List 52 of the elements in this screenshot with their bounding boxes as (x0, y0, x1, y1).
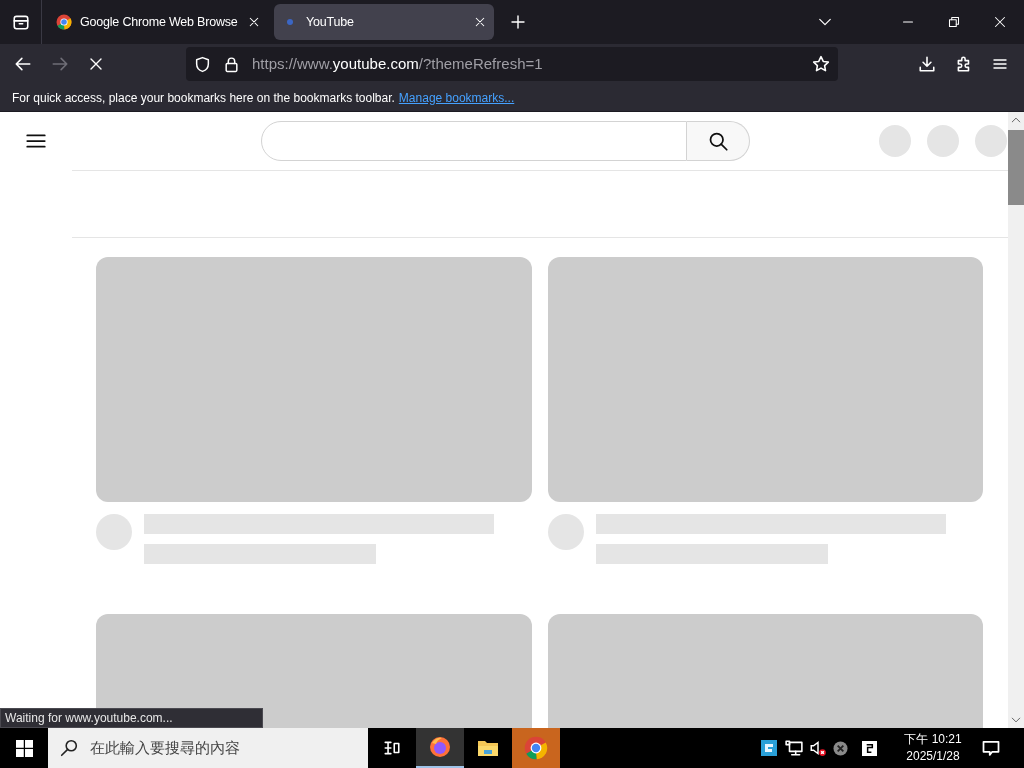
close-tab-icon[interactable] (248, 16, 260, 28)
status-tooltip: Waiting for www.youtube.com... (0, 708, 263, 728)
lock-icon (223, 55, 240, 73)
tab-list-icon[interactable] (11, 13, 30, 31)
avatar-placeholder (975, 125, 1007, 157)
shield-icon (194, 55, 211, 73)
clock-time: 下午 10:21 (904, 731, 962, 748)
url-text: https://www.youtube.com/?themeRefresh=1 (252, 53, 544, 74)
browser-tab[interactable]: YouTube (274, 4, 494, 40)
close-tab-icon[interactable] (474, 16, 486, 28)
chrome-icon (524, 736, 548, 760)
firefox-taskbar-button[interactable] (416, 728, 464, 768)
task-view-icon[interactable] (383, 739, 401, 757)
scrollbar-thumb[interactable] (1008, 130, 1024, 205)
tab-title: YouTube (306, 13, 355, 31)
menu-icon[interactable] (992, 56, 1008, 72)
folder-icon[interactable] (477, 738, 499, 758)
error-icon[interactable] (833, 740, 848, 756)
chrome-taskbar-button[interactable] (512, 728, 560, 768)
notification-icon[interactable] (981, 738, 1001, 758)
chrome-favicon-icon (56, 14, 72, 30)
avatar-placeholder (96, 514, 132, 550)
app-tray-icon[interactable] (761, 740, 777, 756)
stop-icon[interactable] (88, 56, 104, 72)
star-icon[interactable] (812, 55, 830, 73)
search-icon (708, 131, 728, 151)
scrollbar[interactable] (1008, 112, 1024, 728)
back-icon[interactable] (14, 55, 32, 73)
close-window-icon[interactable] (994, 16, 1006, 28)
restore-icon[interactable] (948, 16, 960, 28)
windows-start-icon[interactable] (15, 739, 33, 757)
scroll-down-icon[interactable] (1011, 715, 1021, 725)
search-button[interactable] (687, 121, 750, 161)
avatar-placeholder (548, 514, 584, 550)
browser-tab[interactable]: Google Chrome Web Browse (48, 4, 268, 40)
input-method-icon[interactable] (862, 740, 877, 756)
firefox-icon (428, 735, 452, 759)
scroll-up-icon[interactable] (1011, 115, 1021, 125)
avatar-placeholder (927, 125, 959, 157)
avatar-placeholder (879, 125, 911, 157)
network-icon[interactable] (785, 739, 803, 757)
taskbar-search-field[interactable]: 在此輸入要搜尋的內容 (48, 728, 368, 768)
manage-bookmarks-link[interactable]: Manage bookmarks... (398, 88, 515, 107)
new-tab-icon[interactable] (510, 14, 526, 30)
clock-date: 2025/1/28 (906, 748, 960, 765)
muted-speaker-icon[interactable] (809, 739, 827, 757)
download-icon[interactable] (918, 55, 936, 73)
tab-title: Google Chrome Web Browse (80, 13, 239, 31)
forward-icon (51, 55, 69, 73)
address-bar[interactable]: https://www.youtube.com/?themeRefresh=1 (186, 47, 838, 81)
search-icon (60, 739, 78, 757)
bookmarks-message: For quick access, place your bookmarks here on the bookmarks toolbar. (12, 89, 395, 107)
